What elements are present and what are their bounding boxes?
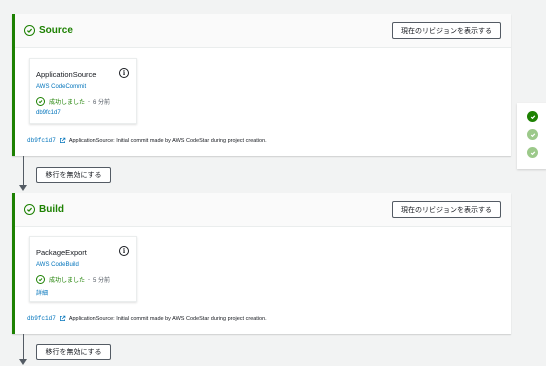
provider-link[interactable]: AWS CodeCommit	[36, 84, 86, 90]
info-icon[interactable]: i	[119, 246, 129, 256]
stage-title-text: Source	[39, 25, 73, 36]
stage-title-text: Build	[39, 204, 64, 215]
status-time: 6 分前	[93, 100, 111, 106]
transition-connector	[23, 156, 24, 186]
commit-id-link[interactable]: db9fc1d7	[27, 315, 56, 322]
stage-header: Source 現在のリビジョンを表示する	[15, 14, 511, 48]
stage-header: Build 現在のリビジョンを表示する	[15, 193, 511, 227]
action-status: 成功しました - 6 分前	[36, 97, 110, 106]
commit-row: db9fc1d7 ApplicationSource: Initial comm…	[27, 315, 267, 322]
action-name: PackageExport	[36, 248, 87, 257]
arrow-down-icon	[19, 359, 27, 365]
action-status: 成功しました - 5 分前	[36, 275, 110, 284]
check-circle-icon	[24, 204, 35, 215]
status-separator: -	[88, 276, 91, 283]
disable-transition-button[interactable]: 移行を無効にする	[36, 167, 111, 183]
action-name: ApplicationSource	[36, 70, 97, 79]
check-circle-icon	[24, 25, 35, 36]
status-text: 成功しました	[49, 100, 86, 106]
check-circle-icon	[36, 275, 45, 284]
commit-id-link[interactable]: db9fc1d7	[27, 137, 56, 144]
action-detail-link[interactable]: 詳細	[36, 288, 48, 297]
check-circle-icon[interactable]	[527, 147, 538, 158]
provider-link[interactable]: AWS CodeBuild	[36, 262, 79, 268]
stage-navigator	[517, 103, 546, 169]
status-text: 成功しました	[49, 278, 86, 284]
check-circle-icon	[36, 97, 45, 106]
arrow-down-icon	[19, 185, 27, 191]
action-card: ApplicationSource i AWS CodeCommit 成功しまし…	[29, 58, 137, 124]
commit-row: db9fc1d7 ApplicationSource: Initial comm…	[27, 137, 267, 144]
info-icon[interactable]: i	[119, 68, 129, 78]
stage-title: Build	[24, 204, 64, 215]
commit-message: ApplicationSource: Initial commit made b…	[68, 137, 267, 144]
stage-title: Source	[24, 25, 73, 36]
view-current-revision-button[interactable]: 現在のリビジョンを表示する	[392, 201, 501, 218]
external-link-icon[interactable]	[59, 137, 66, 144]
check-circle-icon[interactable]	[527, 111, 538, 122]
external-link-icon[interactable]	[59, 315, 66, 322]
stage-source: Source 現在のリビジョンを表示する ApplicationSource i…	[12, 14, 511, 156]
view-current-revision-button[interactable]: 現在のリビジョンを表示する	[392, 22, 501, 39]
commit-message: ApplicationSource: Initial commit made b…	[68, 315, 267, 322]
transition-connector	[23, 334, 24, 360]
stage-build: Build 現在のリビジョンを表示する PackageExport i AWS …	[12, 193, 511, 334]
status-separator: -	[88, 98, 91, 105]
status-time: 5 分前	[93, 278, 111, 284]
disable-transition-button[interactable]: 移行を無効にする	[36, 344, 111, 360]
check-circle-icon[interactable]	[527, 129, 538, 140]
action-detail-link[interactable]: db9fc1d7	[36, 110, 61, 116]
action-card: PackageExport i AWS CodeBuild 成功しました - 5…	[29, 236, 137, 302]
